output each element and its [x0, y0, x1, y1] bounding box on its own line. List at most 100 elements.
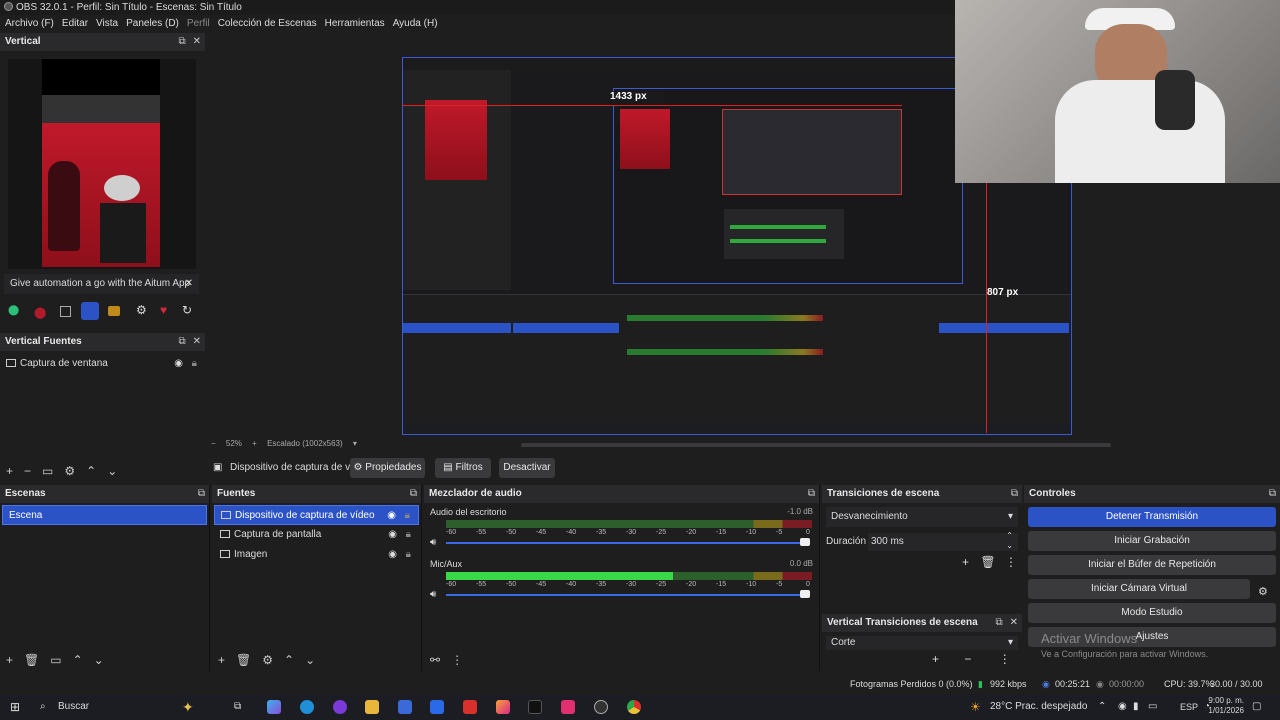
- task-view-icon[interactable]: ⧉: [234, 694, 241, 720]
- menu-item[interactable]: Paneles (D): [126, 18, 179, 29]
- vertical-source-item[interactable]: Captura de ventana ◉ 🔒︎: [0, 354, 205, 374]
- scene-item[interactable]: Escena: [2, 505, 207, 525]
- virtual-camera-gear-icon[interactable]: ⚙: [1258, 585, 1268, 598]
- caption-close-icon[interactable]: ✕: [185, 274, 193, 294]
- tray-app-icon[interactable]: ◉: [1118, 694, 1127, 720]
- main-preview-area[interactable]: 1433 px 807 px − 52% + Escalado (1002x56…: [205, 0, 1280, 451]
- close-icon[interactable]: ✕: [193, 336, 201, 347]
- source-item[interactable]: Imagen ◉ 🔒︎: [214, 545, 419, 565]
- zoom-out-icon[interactable]: −: [211, 439, 216, 448]
- clock[interactable]: 9:00 p. m. 1/01/2026: [1204, 696, 1244, 716]
- vertical-preview[interactable]: [8, 59, 196, 269]
- float-icon[interactable]: ⧉: [178, 336, 185, 347]
- up-icon[interactable]: ⌃: [86, 464, 96, 478]
- source-item[interactable]: Captura de pantalla ◉ 🔒︎: [214, 525, 419, 545]
- tiktok-live-icon[interactable]: [561, 700, 575, 714]
- copilot-icon[interactable]: [267, 700, 281, 714]
- control-button[interactable]: Iniciar Cámara Virtual: [1028, 579, 1250, 599]
- eye-icon[interactable]: ◉: [174, 354, 183, 374]
- tiktok-icon[interactable]: [528, 700, 542, 714]
- filter-icon[interactable]: ▭: [42, 464, 53, 478]
- close-icon[interactable]: ✕: [1010, 617, 1018, 628]
- down-icon[interactable]: ⌄: [107, 464, 117, 478]
- mic-icon[interactable]: ▮: [1133, 694, 1139, 720]
- trash-icon[interactable]: 🗑︎: [236, 653, 251, 667]
- store-icon[interactable]: [398, 700, 412, 714]
- transition-select[interactable]: Desvanecimiento ▾: [826, 507, 1018, 527]
- lock-icon[interactable]: 🔒︎: [406, 545, 411, 565]
- control-button[interactable]: Iniciar Grabación: [1028, 531, 1276, 551]
- webcam-source[interactable]: [955, 0, 1280, 183]
- properties-button[interactable]: ⚙ Propiedades: [350, 458, 425, 478]
- menu-item[interactable]: Ayuda (H): [393, 18, 438, 29]
- control-button[interactable]: Iniciar el Búfer de Repetición: [1028, 555, 1276, 575]
- volume-slider[interactable]: [446, 542, 806, 544]
- stepper-icon[interactable]: ⌃ ⌄: [1006, 531, 1013, 551]
- down-icon[interactable]: ⌄: [94, 653, 104, 667]
- trash-icon[interactable]: 🗑︎: [980, 555, 995, 569]
- folder-icon[interactable]: [365, 700, 379, 714]
- menu-item[interactable]: Perfil: [187, 18, 210, 29]
- chevron-down-icon[interactable]: ▾: [353, 439, 357, 448]
- volume-handle[interactable]: [800, 590, 810, 598]
- zoom-in-icon[interactable]: +: [252, 439, 257, 448]
- duration-field[interactable]: 300 ms ⌃ ⌄: [868, 531, 1018, 551]
- edge-icon[interactable]: [300, 700, 314, 714]
- gear-icon[interactable]: ⚙: [136, 303, 147, 317]
- instagram-icon[interactable]: [496, 700, 510, 714]
- notifications-icon[interactable]: ▢: [1252, 694, 1261, 720]
- float-icon[interactable]: ⧉: [995, 617, 1002, 628]
- volume-slider[interactable]: [446, 594, 806, 596]
- menu-item[interactable]: Archivo (F): [5, 18, 54, 29]
- weather-icon[interactable]: ☀: [970, 694, 981, 720]
- replay-icon[interactable]: [81, 302, 99, 320]
- up-icon[interactable]: ⌃: [73, 653, 83, 667]
- control-button[interactable]: Modo Estudio: [1028, 603, 1276, 623]
- add-icon[interactable]: +: [6, 653, 13, 667]
- eye-icon[interactable]: ◉: [388, 525, 397, 545]
- remove-icon[interactable]: −: [24, 464, 31, 478]
- lock-icon[interactable]: 🔒︎: [406, 525, 411, 545]
- menu-item[interactable]: Vista: [96, 18, 118, 29]
- heart-icon[interactable]: ♥: [160, 303, 167, 317]
- speaker-icon[interactable]: 🔊︎: [430, 589, 436, 600]
- menu-item[interactable]: Colección de Escenas: [218, 18, 317, 29]
- copilot-sparkle-icon[interactable]: ✦: [182, 694, 194, 720]
- close-icon[interactable]: ✕: [193, 36, 201, 47]
- add-icon[interactable]: +: [218, 653, 225, 667]
- control-button[interactable]: Detener Transmisión: [1028, 507, 1276, 527]
- taskbar-search[interactable]: ⌕ Buscar ✦: [32, 694, 222, 720]
- link-icon[interactable]: ⚯: [430, 653, 440, 667]
- tray-chevron-icon[interactable]: ⌃: [1098, 694, 1106, 720]
- filter-icon[interactable]: ▭: [50, 653, 61, 667]
- float-icon[interactable]: ⧉: [808, 488, 815, 499]
- language-indicator[interactable]: ESP: [1180, 694, 1198, 720]
- filters-button[interactable]: ▤ Filtros: [435, 458, 491, 478]
- record-icon[interactable]: ⬤: [34, 306, 46, 319]
- menu-item[interactable]: Herramientas: [325, 18, 385, 29]
- float-icon[interactable]: ⧉: [1011, 488, 1018, 499]
- float-icon[interactable]: ⧉: [178, 36, 185, 47]
- windows-start-icon[interactable]: ⊞: [10, 694, 20, 720]
- gear-icon[interactable]: ⚙: [262, 653, 273, 667]
- weather-text[interactable]: 28°C Prac. despejado: [990, 694, 1087, 720]
- chrome-icon[interactable]: [627, 700, 641, 714]
- speaker-icon[interactable]: 🔊︎: [430, 537, 436, 548]
- deactivate-button[interactable]: Desactivar: [499, 458, 555, 478]
- float-icon[interactable]: ⧉: [410, 488, 417, 499]
- chapter-icon[interactable]: [108, 306, 120, 316]
- lock-icon[interactable]: 🔒︎: [192, 354, 197, 374]
- more-icon[interactable]: ⋮: [451, 653, 463, 667]
- vertical-transition-select[interactable]: Corte ▾: [826, 636, 1018, 650]
- mail-icon[interactable]: [430, 700, 444, 714]
- down-icon[interactable]: ⌄: [305, 653, 315, 667]
- stream-icon[interactable]: ⬤: [8, 305, 22, 317]
- float-icon[interactable]: ⧉: [198, 488, 205, 499]
- more-icon[interactable]: ⋮: [999, 652, 1011, 666]
- more-icon[interactable]: ⋮: [1005, 555, 1017, 569]
- media-icon[interactable]: [463, 700, 477, 714]
- lock-icon[interactable]: 🔒︎: [405, 506, 410, 526]
- trash-icon[interactable]: 🗑︎: [24, 653, 39, 667]
- refresh-icon[interactable]: ↻: [182, 303, 192, 317]
- source-item[interactable]: Dispositivo de captura de vídeo ◉ 🔒︎: [214, 505, 419, 525]
